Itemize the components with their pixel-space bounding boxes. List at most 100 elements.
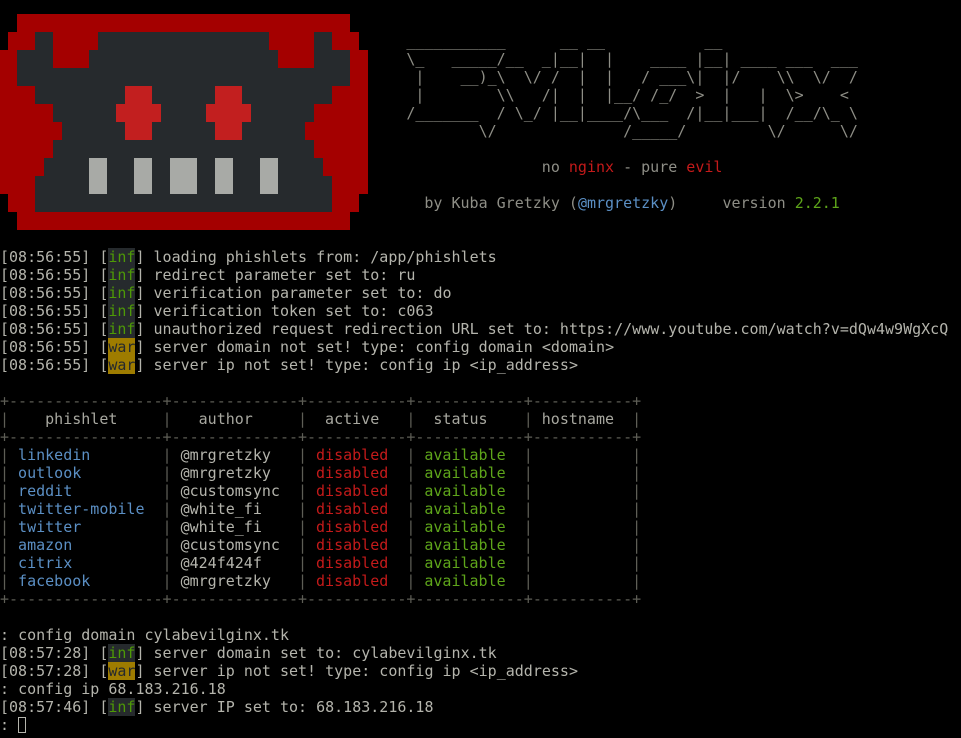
logo-eye xyxy=(125,122,152,140)
logo-frame xyxy=(53,32,98,50)
author-handle: @mrgretzky xyxy=(577,194,669,212)
column-separator: | xyxy=(162,410,172,428)
logo-tooth xyxy=(170,176,197,194)
log-line: [08:56:55] [inf] loading phishlets from:… xyxy=(0,248,497,266)
logo-frame xyxy=(53,50,89,68)
column-separator: | xyxy=(162,500,172,518)
log-timestamp: [08:57:46] xyxy=(0,698,91,716)
bracket: ] xyxy=(135,266,154,284)
table-cell-author: @424f424f xyxy=(180,554,262,572)
log-message: server ip not set! type: config ip <ip_a… xyxy=(153,356,578,374)
column-separator: | xyxy=(406,572,416,590)
table-row[interactable]: | citrix | @424f424f | disabled | available | | xyxy=(0,554,641,572)
table-border: +-----------------+--------------+------… xyxy=(0,392,642,410)
table-cell-status: available xyxy=(424,536,506,554)
table-cell-phishlet: citrix xyxy=(18,554,73,572)
tagline-pure: pure xyxy=(641,158,678,176)
prompt-symbol: : xyxy=(0,716,10,734)
logo-frame xyxy=(269,32,314,50)
logo-face xyxy=(314,50,350,68)
logo-frame xyxy=(278,50,314,68)
table-row[interactable]: | linkedin | @mrgretzky | disabled | available |… xyxy=(0,446,641,464)
column-separator: | xyxy=(162,464,172,482)
logo-frame xyxy=(0,86,35,104)
column-separator: | xyxy=(0,410,10,428)
logo-frame xyxy=(8,194,35,212)
table-cell-status: available xyxy=(424,554,506,572)
banner-art-line: \_ _____/__ _|__| | ____ |__| ____ ___ _… xyxy=(406,50,858,68)
column-separator: | xyxy=(632,536,642,554)
table-cell-author: @white_fi xyxy=(180,518,262,536)
logo-eye xyxy=(116,104,161,122)
log-level-badge: inf xyxy=(108,698,136,716)
logo-eye xyxy=(215,122,242,140)
column-separator: | xyxy=(632,464,642,482)
bracket: ] xyxy=(135,302,154,320)
column-separator: | xyxy=(632,482,642,500)
table-row[interactable]: | reddit | @customsync | disabled | available | | xyxy=(0,482,641,500)
column-separator: | xyxy=(297,500,307,518)
logo-frame xyxy=(0,158,44,176)
column-separator: | xyxy=(632,554,642,572)
column-header: author xyxy=(198,410,253,428)
logo-frame xyxy=(8,32,35,50)
table-border: +-----------------+--------------+------… xyxy=(0,590,642,608)
command-line: : config ip 68.183.216.18 xyxy=(0,680,226,698)
credits-close: ) xyxy=(668,194,678,212)
bracket: ] xyxy=(135,284,154,302)
cursor-block[interactable] xyxy=(18,717,27,733)
log-level-badge: inf xyxy=(108,644,136,662)
column-separator: | xyxy=(632,518,642,536)
logo-frame xyxy=(323,158,368,176)
credits: by Kuba Gretzky (@mrgretzky) version 2.2… xyxy=(424,194,839,212)
table-cell-status: available xyxy=(424,464,506,482)
table-row[interactable]: | outlook | @mrgretzky | disabled | available | | xyxy=(0,464,641,482)
prompt-line[interactable]: : xyxy=(0,716,27,734)
bracket: ] xyxy=(135,338,154,356)
bracket: [ xyxy=(90,320,109,338)
banner-art-line: | \\ /| | |__/ /_/ > | | \> < xyxy=(406,86,849,104)
column-separator: | xyxy=(406,446,416,464)
table-cell-status: available xyxy=(424,500,506,518)
logo-frame xyxy=(0,68,17,86)
table-cell-active: disabled xyxy=(316,518,389,536)
logo-frame xyxy=(17,14,350,32)
table-cell-phishlet: linkedin xyxy=(18,446,91,464)
bracket: ] xyxy=(135,662,154,680)
column-separator: | xyxy=(0,536,10,554)
log-message: loading phishlets from: /app/phishlets xyxy=(153,248,497,266)
log-level-badge: war xyxy=(108,662,136,680)
table-row[interactable]: | twitter-mobile | @white_fi | disabled | avail… xyxy=(0,500,641,518)
logo-tooth xyxy=(89,176,107,194)
table-row[interactable]: | twitter | @white_fi | disabled | available | | xyxy=(0,518,641,536)
log-timestamp: [08:56:55] xyxy=(0,302,91,320)
column-separator: | xyxy=(523,536,533,554)
bracket: [ xyxy=(90,356,109,374)
logo-frame xyxy=(332,194,359,212)
table-row[interactable]: | amazon | @customsync | disabled | available | | xyxy=(0,536,641,554)
column-header: active xyxy=(325,410,380,428)
table-row[interactable]: | facebook | @mrgretzky | disabled | available |… xyxy=(0,572,641,590)
column-separator: | xyxy=(162,482,172,500)
bracket: [ xyxy=(90,266,109,284)
log-timestamp: [08:57:28] xyxy=(0,644,91,662)
column-separator: | xyxy=(297,536,307,554)
logo-tooth xyxy=(89,158,107,176)
column-separator: | xyxy=(406,518,416,536)
banner-art-line: /_______ / \_/ |__|____/\___ /|__|___| /… xyxy=(406,104,858,122)
logo-eye xyxy=(125,86,152,104)
column-separator: | xyxy=(632,410,642,428)
log-timestamp: [08:56:55] xyxy=(0,248,91,266)
column-separator: | xyxy=(162,536,172,554)
banner-art-line: \/ /_____/ \/ \/ xyxy=(406,122,858,140)
tagline: no nginx - pure evil xyxy=(542,158,723,176)
column-separator: | xyxy=(0,446,10,464)
log-message: server domain not set! type: config doma… xyxy=(153,338,615,356)
table-border: +-----------------+--------------+------… xyxy=(0,428,642,446)
column-separator: | xyxy=(297,410,307,428)
log-level-badge: war xyxy=(108,338,136,356)
bracket: [ xyxy=(90,644,109,662)
